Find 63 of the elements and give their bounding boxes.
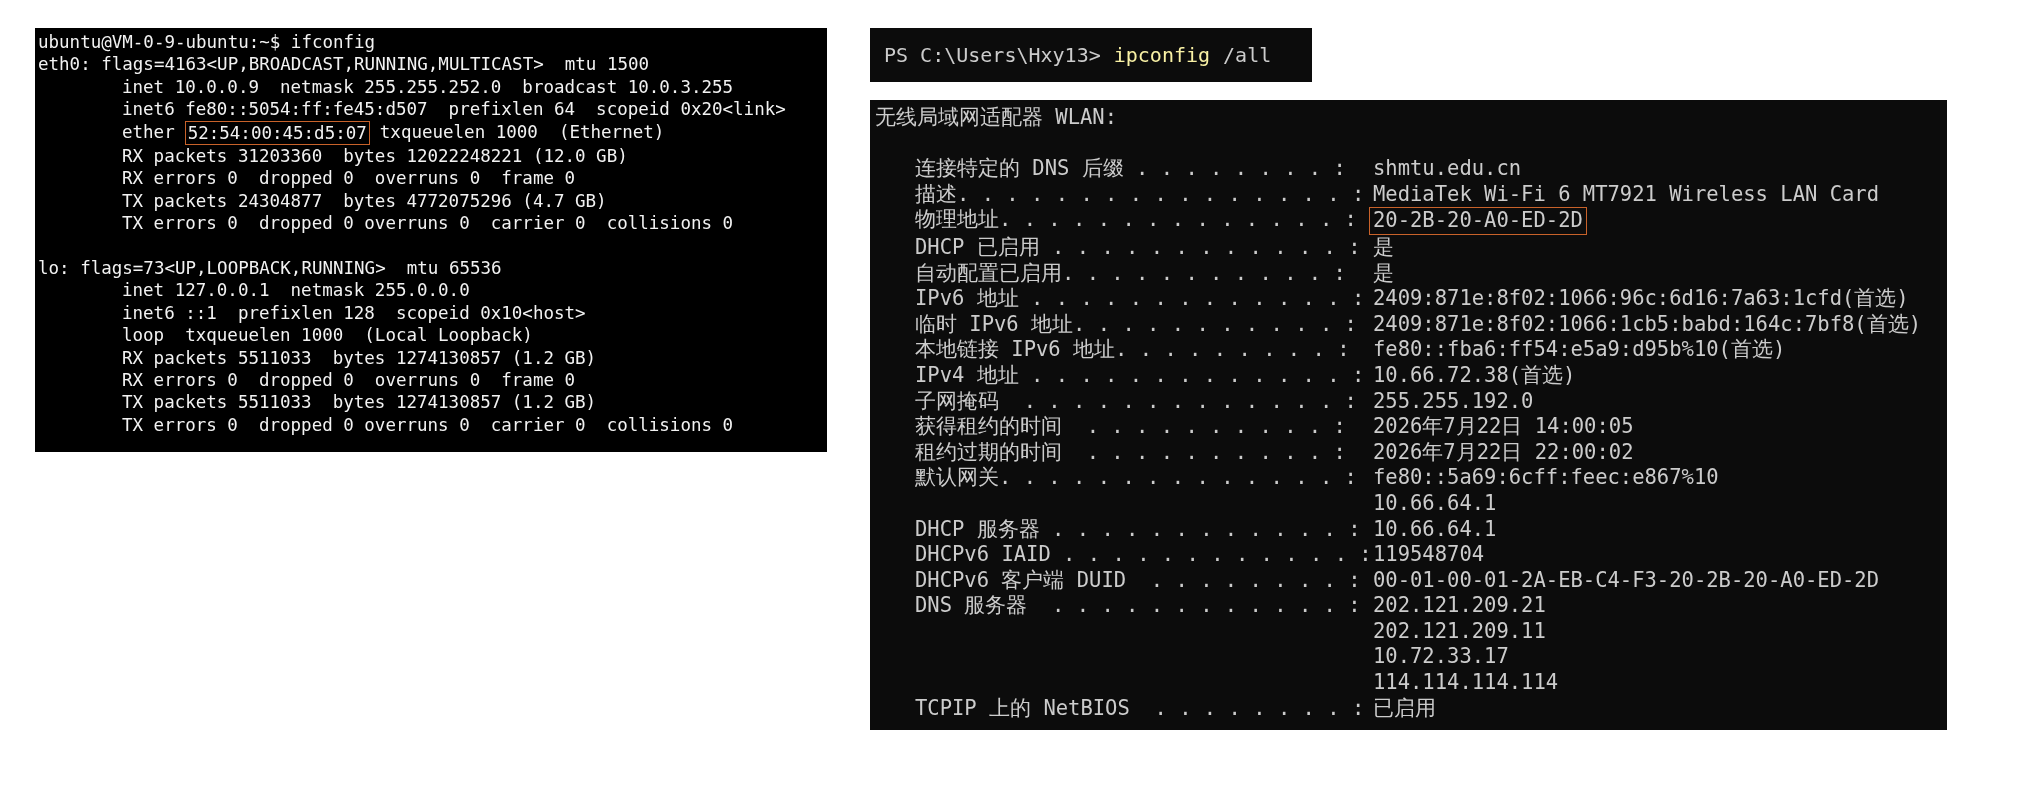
field-value: 202.121.209.21 (1373, 593, 1546, 619)
field-label: 子网掩码 . . . . . . . . . . . . . : (915, 388, 1357, 415)
field-label: 物理地址. . . . . . . . . . . . . . : (915, 207, 1357, 234)
field-value: shmtu.edu.cn (1373, 156, 1522, 182)
field-value: 00-01-00-01-2A-EB-C4-F3-20-2B-20-A0-ED-2D (1373, 567, 1880, 594)
field-label: DHCPv6 客户端 DUID . . . . . . . . : (915, 567, 1361, 594)
terminal-text: RX packets 5511033 bytes 1274130857 (1.2 GB) (122, 346, 597, 370)
field-label: DHCP 服务器 . . . . . . . . . . . . : (915, 516, 1361, 543)
field-value: fe80::5a69:6cff:feec:e867%10 (1373, 465, 1719, 491)
terminal-text: TX errors 0 dropped 0 overruns 0 carrier 0 collisions 0 (122, 413, 734, 437)
field-value: 10.66.72.38(首选) (1373, 362, 1576, 389)
terminal-text: loop txqueuelen 1000 (Local Loopback) (122, 324, 533, 347)
field-label: DNS 服务器 . . . . . . . . . . . . : (915, 593, 1361, 619)
terminal-text: TX packets 5511033 bytes 1274130857 (1.2 GB) (122, 391, 597, 414)
field-value: 10.72.33.17 (1373, 644, 1509, 671)
terminal-text: ether (122, 120, 175, 144)
field-value: fe80::fba6:ff54:e5a9:d95b%10(首选) (1373, 337, 1786, 363)
field-value: 10.66.64.1 (1373, 490, 1497, 517)
field-label: IPv6 地址 . . . . . . . . . . . . . : (915, 286, 1365, 312)
field-value: 是 (1373, 234, 1394, 261)
highlighted-value: 20-2B-20-A0-ED-2D (1369, 207, 1587, 235)
field-value: 2409:871e:8f02:1066:1cb5:babd:164c:7bf8(首选) (1373, 311, 1922, 338)
field-label: 本地链接 IPv6 地址. . . . . . . . . : (915, 337, 1350, 363)
field-label: 自动配置已启用. . . . . . . . . . . : (915, 260, 1346, 287)
field-label: DHCP 已启用 . . . . . . . . . . . . : (915, 234, 1361, 261)
terminal-text: RX errors 0 dropped 0 overruns 0 frame 0 (122, 167, 576, 190)
terminal-text: lo: flags=73<UP,LOOPBACK,RUNNING> mtu 65536 (38, 257, 502, 280)
terminal-text: inet 127.0.0.1 netmask 255.0.0.0 (122, 279, 470, 302)
terminal-text: RX errors 0 dropped 0 overruns 0 frame 0 (122, 369, 576, 392)
prompt-text: PS C:\Users\Hxy13> (884, 42, 1101, 69)
field-value: 114.114.114.114 (1373, 670, 1559, 696)
field-value: 2026年7月22日 14:00:05 (1373, 414, 1634, 440)
field-value: 2409:871e:8f02:1066:96c:6d16:7a63:1cfd(首选) (1373, 286, 1909, 312)
terminal-text: TX errors 0 dropped 0 overruns 0 carrier 0 collisions 0 (122, 212, 734, 235)
field-value: 202.121.209.11 (1373, 618, 1546, 645)
terminal-text: txqueuelen 1000 (Ethernet) (379, 120, 665, 144)
terminal-text: inet6 ::1 prefixlen 128 scopeid 0x10<host> (122, 301, 586, 325)
terminal-text: TX packets 24304877 bytes 4772075296 (4.7 GB) (122, 189, 607, 213)
prompt-text: /all (1223, 42, 1272, 69)
terminal-text: inet 10.0.0.9 netmask 255.255.252.0 broadcast 10.0.3.255 (122, 75, 734, 99)
field-label: TCPIP 上的 NetBIOS . . . . . . . . : (915, 695, 1365, 722)
field-label: 连接特定的 DNS 后缀 . . . . . . . . : (915, 156, 1346, 182)
field-value: 255.255.192.0 (1373, 388, 1534, 415)
field-label: 租约过期的时间 . . . . . . . . . . : (915, 439, 1346, 466)
field-value: 已启用 (1373, 695, 1436, 722)
field-label: DHCPv6 IAID . . . . . . . . . . . . : (915, 542, 1372, 568)
adapter-heading: 无线局域网适配器 WLAN: (875, 105, 1119, 131)
terminal-text: ubuntu@VM-0-9-ubuntu:~$ ifconfig (38, 31, 376, 54)
field-label: IPv4 地址 . . . . . . . . . . . . . : (915, 362, 1365, 389)
prompt-text: ipconfig (1113, 42, 1211, 69)
field-label: 默认网关. . . . . . . . . . . . . . : (915, 465, 1357, 491)
terminal-text: inet6 fe80::5054:ff:fe45:d507 prefixlen 64 scopeid 0x20<link> (122, 98, 786, 121)
field-label: 描述. . . . . . . . . . . . . . . . : (915, 181, 1365, 208)
highlighted-text: 52:54:00:45:d5:07 (184, 120, 370, 146)
terminal-text: RX packets 31203360 bytes 12022248221 (12.0 GB) (122, 145, 628, 168)
field-value: 119548704 (1373, 542, 1485, 568)
field-label: 获得租约的时间 . . . . . . . . . . : (915, 414, 1346, 440)
field-value: 10.66.64.1 (1373, 516, 1497, 543)
field-value: 是 (1373, 260, 1394, 287)
field-value: 2026年7月22日 22:00:02 (1373, 439, 1634, 466)
field-value: MediaTek Wi-Fi 6 MT7921 Wireless LAN Card (1373, 181, 1880, 208)
field-label: 临时 IPv6 地址. . . . . . . . . . . : (915, 311, 1357, 338)
terminal-text: eth0: flags=4163<UP,BROADCAST,RUNNING,MULTICAST> mtu 1500 (38, 53, 650, 76)
